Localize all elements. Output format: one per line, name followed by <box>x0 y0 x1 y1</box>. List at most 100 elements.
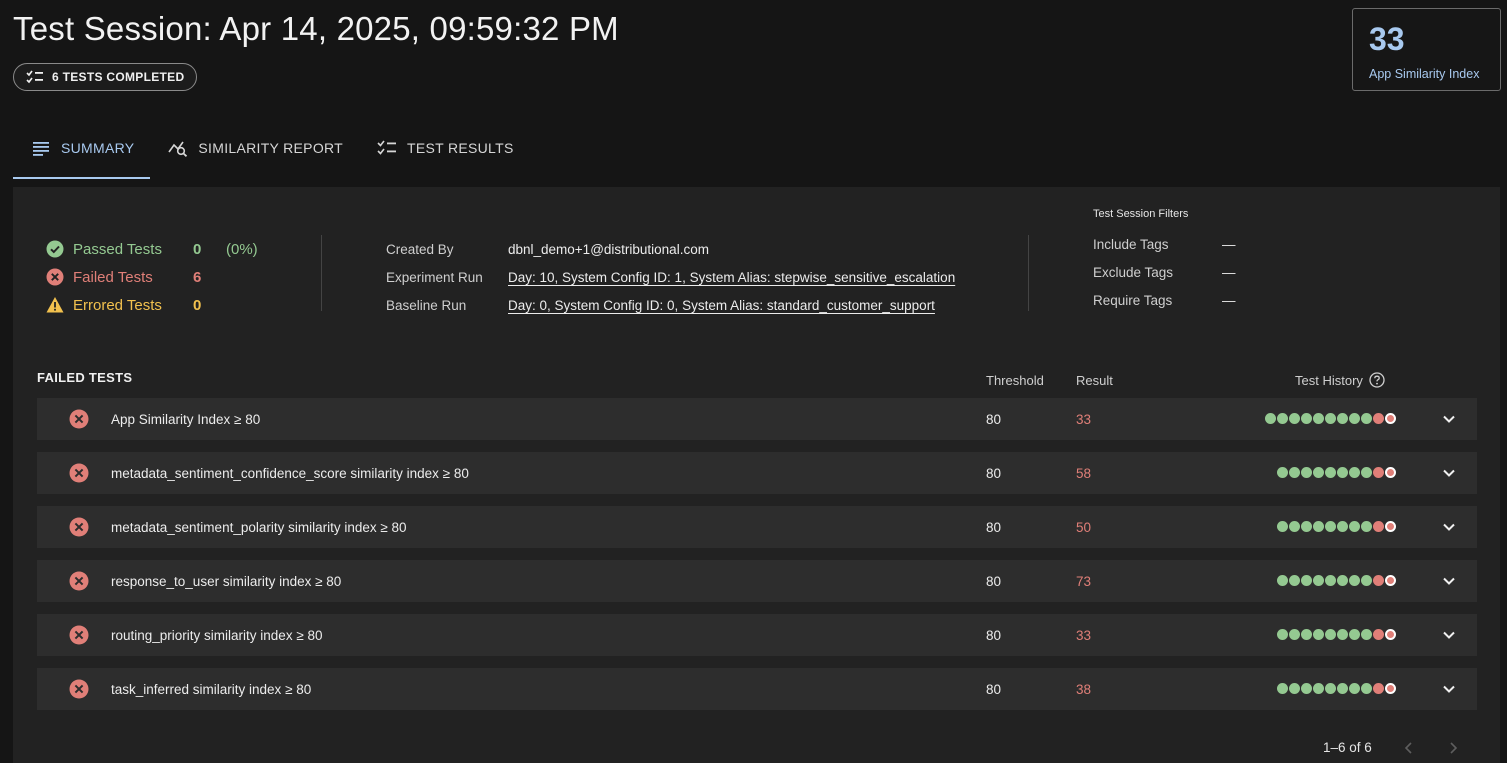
failed-test-row[interactable]: task_inferred similarity index ≥ 80 80 3… <box>37 668 1477 710</box>
history-dot-fail[interactable] <box>1373 629 1384 640</box>
chevron-left-icon[interactable] <box>1402 741 1416 755</box>
chevron-right-icon[interactable] <box>1446 741 1460 755</box>
history-dot-pass[interactable] <box>1277 575 1288 586</box>
history-dot-fail[interactable] <box>1373 683 1384 694</box>
require-tags-row: Require Tags — <box>1093 286 1236 314</box>
failed-test-row[interactable]: routing_priority similarity index ≥ 80 8… <box>37 614 1477 656</box>
chevron-down-icon[interactable] <box>1441 627 1457 643</box>
failed-test-row[interactable]: App Similarity Index ≥ 80 80 33 <box>37 398 1477 440</box>
history-dot-pass[interactable] <box>1325 467 1336 478</box>
history-dot-pass[interactable] <box>1349 413 1360 424</box>
test-result: 58 <box>1076 465 1092 481</box>
history-dot-pass[interactable] <box>1337 521 1348 532</box>
test-name: metadata_sentiment_confidence_score simi… <box>111 465 469 481</box>
history-dot-pass[interactable] <box>1349 521 1360 532</box>
history-dot-pass[interactable] <box>1265 413 1276 424</box>
test-name: response_to_user similarity index ≥ 80 <box>111 573 342 589</box>
x-circle-icon <box>69 409 89 429</box>
history-dot-pass[interactable] <box>1325 575 1336 586</box>
history-dot-pass[interactable] <box>1361 683 1372 694</box>
history-dot-pass[interactable] <box>1361 575 1372 586</box>
test-history-dots <box>1265 413 1396 424</box>
history-dot-pass[interactable] <box>1349 575 1360 586</box>
threshold-header: Threshold <box>986 373 1044 388</box>
history-dot-pass[interactable] <box>1313 521 1324 532</box>
history-dot-pass[interactable] <box>1361 521 1372 532</box>
history-dot-current[interactable] <box>1385 683 1396 694</box>
history-dot-pass[interactable] <box>1289 683 1300 694</box>
test-result: 50 <box>1076 519 1092 535</box>
history-dot-pass[interactable] <box>1313 575 1324 586</box>
failed-test-row[interactable]: response_to_user similarity index ≥ 80 8… <box>37 560 1477 602</box>
history-dot-pass[interactable] <box>1325 683 1336 694</box>
history-dot-current[interactable] <box>1385 575 1396 586</box>
history-dot-fail[interactable] <box>1373 467 1384 478</box>
history-dot-pass[interactable] <box>1277 521 1288 532</box>
failed-test-row[interactable]: metadata_sentiment_polarity similarity i… <box>37 506 1477 548</box>
history-dot-pass[interactable] <box>1313 629 1324 640</box>
history-dot-pass[interactable] <box>1325 629 1336 640</box>
meta-divider <box>1028 235 1029 311</box>
test-name: task_inferred similarity index ≥ 80 <box>111 681 312 697</box>
history-dot-fail[interactable] <box>1373 521 1384 532</box>
history-dot-pass[interactable] <box>1361 629 1372 640</box>
check-circle-icon <box>46 240 64 258</box>
history-dot-pass[interactable] <box>1361 467 1372 478</box>
history-dot-pass[interactable] <box>1349 467 1360 478</box>
experiment-run-link[interactable]: Day: 10, System Config ID: 1, System Ali… <box>508 270 955 285</box>
history-dot-pass[interactable] <box>1301 413 1312 424</box>
history-dot-pass[interactable] <box>1277 683 1288 694</box>
tab-summary[interactable]: SUMMARY <box>13 118 151 179</box>
tab-test-results-label: TEST RESULTS <box>407 140 514 156</box>
history-dot-pass[interactable] <box>1313 413 1324 424</box>
history-dot-current[interactable] <box>1385 467 1396 478</box>
history-dot-pass[interactable] <box>1289 413 1300 424</box>
history-dot-pass[interactable] <box>1301 575 1312 586</box>
help-circle-icon[interactable] <box>1369 372 1385 388</box>
history-dot-pass[interactable] <box>1337 467 1348 478</box>
tests-completed-badge: 6 TESTS COMPLETED <box>13 63 198 91</box>
test-history-dots <box>1277 575 1396 586</box>
x-circle-icon <box>69 679 89 699</box>
history-dot-pass[interactable] <box>1337 575 1348 586</box>
chevron-down-icon[interactable] <box>1441 411 1457 427</box>
history-dot-pass[interactable] <box>1289 521 1300 532</box>
history-dot-pass[interactable] <box>1313 683 1324 694</box>
tab-similarity-report[interactable]: SIMILARITY REPORT <box>150 118 359 178</box>
history-dot-pass[interactable] <box>1277 413 1288 424</box>
history-dot-pass[interactable] <box>1349 683 1360 694</box>
chevron-down-icon[interactable] <box>1441 573 1457 589</box>
history-dot-pass[interactable] <box>1289 575 1300 586</box>
tab-test-results[interactable]: TEST RESULTS <box>359 118 530 178</box>
history-dot-pass[interactable] <box>1277 467 1288 478</box>
history-dot-fail[interactable] <box>1373 575 1384 586</box>
history-dot-current[interactable] <box>1385 629 1396 640</box>
baseline-run-link[interactable]: Day: 0, System Config ID: 0, System Alia… <box>508 298 935 313</box>
history-dot-pass[interactable] <box>1337 413 1348 424</box>
failed-test-row[interactable]: metadata_sentiment_confidence_score simi… <box>37 452 1477 494</box>
chevron-down-icon[interactable] <box>1441 681 1457 697</box>
history-dot-pass[interactable] <box>1325 521 1336 532</box>
history-dot-current[interactable] <box>1385 413 1396 424</box>
history-dot-current[interactable] <box>1385 521 1396 532</box>
history-dot-pass[interactable] <box>1349 629 1360 640</box>
stats-divider <box>321 235 322 311</box>
summary-panel: Passed Tests 0 (0%) Failed Tests 6 Error… <box>13 187 1500 763</box>
chevron-down-icon[interactable] <box>1441 465 1457 481</box>
history-dot-pass[interactable] <box>1289 467 1300 478</box>
history-dot-pass[interactable] <box>1313 467 1324 478</box>
history-dot-pass[interactable] <box>1337 629 1348 640</box>
history-dot-pass[interactable] <box>1361 413 1372 424</box>
history-dot-pass[interactable] <box>1301 521 1312 532</box>
x-circle-icon <box>69 463 89 483</box>
history-dot-pass[interactable] <box>1289 629 1300 640</box>
exclude-tags-row: Exclude Tags — <box>1093 258 1236 286</box>
history-dot-pass[interactable] <box>1301 467 1312 478</box>
history-dot-pass[interactable] <box>1301 683 1312 694</box>
chevron-down-icon[interactable] <box>1441 519 1457 535</box>
history-dot-pass[interactable] <box>1337 683 1348 694</box>
history-dot-pass[interactable] <box>1277 629 1288 640</box>
history-dot-pass[interactable] <box>1301 629 1312 640</box>
history-dot-pass[interactable] <box>1325 413 1336 424</box>
history-dot-fail[interactable] <box>1373 413 1384 424</box>
